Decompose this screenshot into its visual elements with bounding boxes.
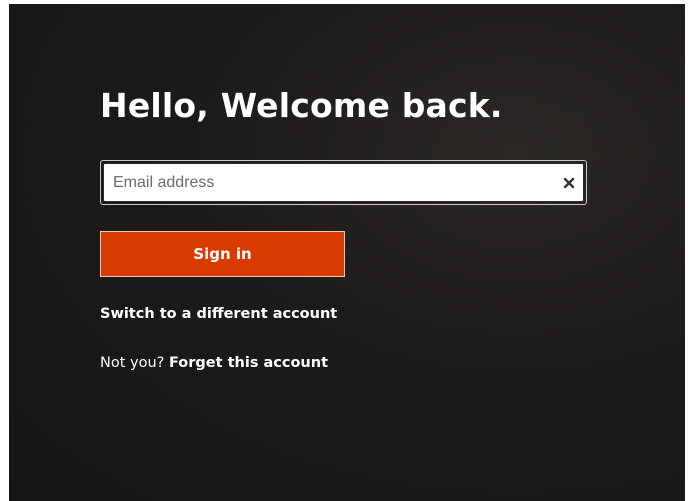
email-field[interactable] <box>103 163 584 202</box>
not-you-text: Not you? <box>100 355 165 371</box>
signin-panel: Hello, Welcome back. Sign in Switch to a… <box>9 4 685 501</box>
switch-account-link[interactable]: Switch to a different account <box>100 306 337 322</box>
page-title: Hello, Welcome back. <box>100 86 503 125</box>
not-you-row: Not you? Forget this account <box>100 355 328 371</box>
sign-in-button[interactable]: Sign in <box>100 231 345 277</box>
close-icon[interactable] <box>561 175 577 191</box>
email-field-container <box>100 160 587 205</box>
forget-account-link[interactable]: Forget this account <box>169 355 328 371</box>
